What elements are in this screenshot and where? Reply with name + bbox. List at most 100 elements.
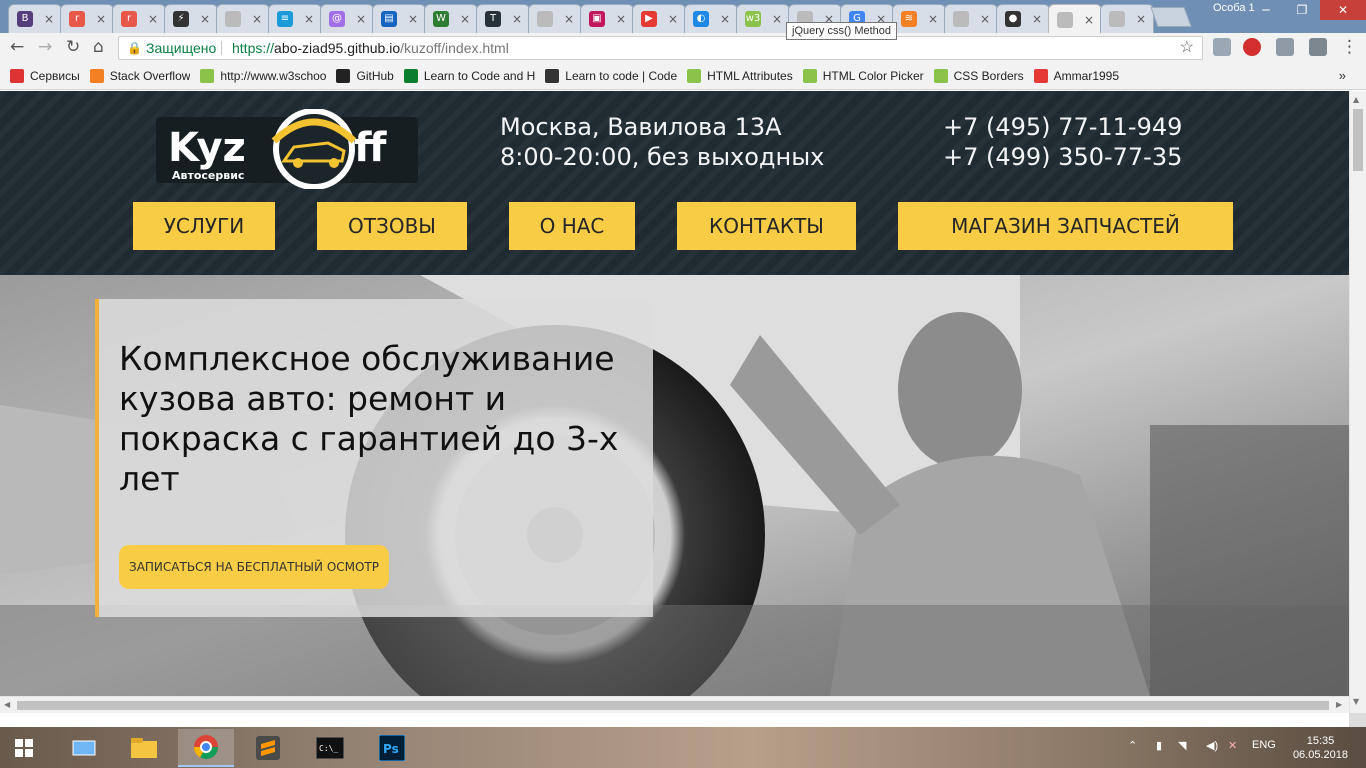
address-bar[interactable]: 🔒 Защищено https://abo-ziad95.github.io/… bbox=[118, 36, 1203, 60]
maximize-icon[interactable]: ❐ bbox=[1284, 0, 1320, 20]
new-tab-button[interactable] bbox=[1150, 7, 1192, 27]
tab-close-icon[interactable]: × bbox=[44, 12, 54, 26]
scroll-right-arrow-icon[interactable]: ▶ bbox=[1336, 700, 1342, 709]
tab-close-icon[interactable]: × bbox=[616, 12, 626, 26]
command-prompt-icon[interactable]: C:\_ bbox=[302, 729, 358, 767]
browser-tab[interactable]: × bbox=[1100, 4, 1154, 33]
tab-close-icon[interactable]: × bbox=[252, 12, 262, 26]
horizontal-scroll-thumb[interactable] bbox=[17, 701, 1329, 710]
bookmark-item[interactable]: http://www.w3schoo bbox=[200, 68, 326, 83]
menu-contacts[interactable]: КОНТАКТЫ bbox=[677, 202, 856, 250]
scroll-up-arrow-icon[interactable]: ▲ bbox=[1353, 95, 1359, 104]
browser-tab[interactable]: r × bbox=[60, 4, 114, 33]
bookmark-item[interactable]: HTML Color Picker bbox=[802, 68, 924, 83]
bookmark-item[interactable]: CSS Borders bbox=[933, 68, 1024, 83]
vertical-scrollbar[interactable]: ▲ ▼ bbox=[1349, 91, 1366, 713]
tab-close-icon[interactable]: × bbox=[564, 12, 574, 26]
browser-tab[interactable]: ≡ × bbox=[268, 4, 322, 33]
kuzoff-logo[interactable]: Kyz ff Автосервис bbox=[156, 109, 421, 189]
browser-tab[interactable]: ▣ × bbox=[580, 4, 634, 33]
back-arrow-icon[interactable]: ← bbox=[10, 37, 24, 57]
file-explorer-icon[interactable] bbox=[116, 729, 172, 767]
scroll-left-arrow-icon[interactable]: ◀ bbox=[4, 700, 10, 709]
volume-icon[interactable]: ◀) bbox=[1206, 739, 1218, 752]
tab-close-icon[interactable]: × bbox=[356, 12, 366, 26]
wifi-icon[interactable]: ◥ bbox=[1178, 739, 1186, 752]
browser-tab[interactable]: w3 × bbox=[736, 4, 790, 33]
tab-close-icon[interactable]: × bbox=[200, 12, 210, 26]
tab-close-icon[interactable]: × bbox=[304, 12, 314, 26]
browser-tab[interactable]: × bbox=[1048, 4, 1102, 34]
battery-icon[interactable]: ▮ bbox=[1156, 739, 1162, 752]
browser-tab[interactable]: @ × bbox=[320, 4, 374, 33]
browser-tab[interactable]: × bbox=[944, 4, 998, 33]
forward-arrow-icon[interactable]: → bbox=[38, 37, 52, 57]
browser-tab[interactable]: T × bbox=[476, 4, 530, 33]
browser-tab[interactable]: ≋ × bbox=[892, 4, 946, 33]
browser-tab[interactable]: ▶ × bbox=[632, 4, 686, 33]
horizontal-scrollbar[interactable]: ◀ ▶ bbox=[0, 696, 1349, 713]
tab-close-icon[interactable]: × bbox=[1032, 12, 1042, 26]
tab-close-icon[interactable]: × bbox=[1084, 13, 1094, 27]
menu-parts-shop[interactable]: МАГАЗИН ЗАПЧАСТЕЙ bbox=[898, 202, 1233, 250]
browser-tab[interactable]: W × bbox=[424, 4, 478, 33]
opera-extension-icon[interactable] bbox=[1243, 38, 1261, 56]
phone-2[interactable]: +7 (499) 350-77-35 bbox=[943, 142, 1182, 172]
bookmark-item[interactable]: Learn to Code and H bbox=[403, 68, 535, 83]
windows-start-icon[interactable] bbox=[0, 729, 48, 767]
free-inspection-button[interactable]: ЗАПИСАТЬСЯ НА БЕСПЛАТНЫЙ ОСМОТР bbox=[119, 545, 390, 589]
language-indicator[interactable]: ENG bbox=[1252, 739, 1276, 751]
shield-extension-icon[interactable] bbox=[1276, 38, 1294, 56]
bookmark-item[interactable]: HTML Attributes bbox=[687, 68, 793, 83]
secure-label[interactable]: Защищено bbox=[146, 37, 216, 59]
browser-tab[interactable]: ◐ × bbox=[684, 4, 738, 33]
vertical-scroll-thumb[interactable] bbox=[1353, 109, 1363, 171]
tab-close-icon[interactable]: × bbox=[1136, 12, 1146, 26]
bookmark-item[interactable]: Ammar1995 bbox=[1033, 68, 1119, 83]
menu-dots-icon[interactable]: ⋮ bbox=[1341, 37, 1358, 57]
browser-tab[interactable]: B × bbox=[8, 4, 62, 33]
minimize-icon[interactable]: ─ bbox=[1248, 0, 1284, 20]
scroll-down-arrow-icon[interactable]: ▼ bbox=[1353, 697, 1359, 706]
menu-services[interactable]: УСЛУГИ bbox=[133, 202, 275, 250]
menu-reviews[interactable]: ОТЗОВЫ bbox=[317, 202, 467, 250]
tray-chevron-icon[interactable]: ⌃ bbox=[1128, 739, 1137, 752]
url-text[interactable]: https://abo-ziad95.github.io/kuzoff/inde… bbox=[232, 37, 509, 59]
reload-icon[interactable]: ↻ bbox=[66, 37, 80, 57]
chrome-icon[interactable] bbox=[178, 729, 234, 767]
eyedropper-extension-icon[interactable] bbox=[1309, 38, 1327, 56]
photoshop-icon[interactable]: Ps bbox=[364, 729, 420, 767]
close-window-icon[interactable]: ✕ bbox=[1320, 0, 1366, 20]
browser-tab[interactable]: ⚡ × bbox=[164, 4, 218, 33]
tab-close-icon[interactable]: × bbox=[928, 12, 938, 26]
bookmark-item[interactable]: Сервисы bbox=[10, 68, 80, 83]
tab-close-icon[interactable]: × bbox=[720, 12, 730, 26]
bookmark-item[interactable]: Learn to code | Code bbox=[545, 68, 677, 83]
bookmark-item[interactable]: Stack Overflow bbox=[89, 68, 190, 83]
browser-tab[interactable]: ▤ × bbox=[372, 4, 426, 33]
phone-1[interactable]: +7 (495) 77-11-949 bbox=[943, 112, 1182, 142]
tab-close-icon[interactable]: × bbox=[408, 12, 418, 26]
browser-tab[interactable]: × bbox=[216, 4, 270, 33]
tab-close-icon[interactable]: × bbox=[96, 12, 106, 26]
sublime-text-icon[interactable] bbox=[240, 729, 296, 767]
home-icon[interactable]: ⌂ bbox=[93, 37, 104, 57]
tab-close-icon[interactable]: × bbox=[980, 12, 990, 26]
tab-close-icon[interactable]: × bbox=[460, 12, 470, 26]
menu-about[interactable]: О НАС bbox=[509, 202, 635, 250]
browser-tab[interactable]: × bbox=[528, 4, 582, 33]
tab-close-icon[interactable]: × bbox=[668, 12, 678, 26]
task-view-icon[interactable] bbox=[56, 729, 112, 767]
browser-tab[interactable]: r × bbox=[112, 4, 166, 33]
system-clock[interactable]: 15:35 06.05.2018 bbox=[1293, 734, 1348, 762]
tab-close-icon[interactable]: × bbox=[148, 12, 158, 26]
tab-close-icon[interactable]: × bbox=[772, 12, 782, 26]
bookmark-item[interactable]: GitHub bbox=[336, 68, 394, 83]
notification-mute-icon[interactable]: ✕ bbox=[1228, 739, 1237, 752]
tab-close-icon[interactable]: × bbox=[512, 12, 522, 26]
lock-icon[interactable]: 🔒 bbox=[127, 37, 142, 59]
extension-icon[interactable] bbox=[1213, 38, 1231, 56]
bookmark-star-icon[interactable]: ☆ bbox=[1180, 37, 1194, 59]
bookmarks-overflow-icon[interactable]: » bbox=[1339, 68, 1346, 83]
browser-tab[interactable]: ● × bbox=[996, 4, 1050, 33]
